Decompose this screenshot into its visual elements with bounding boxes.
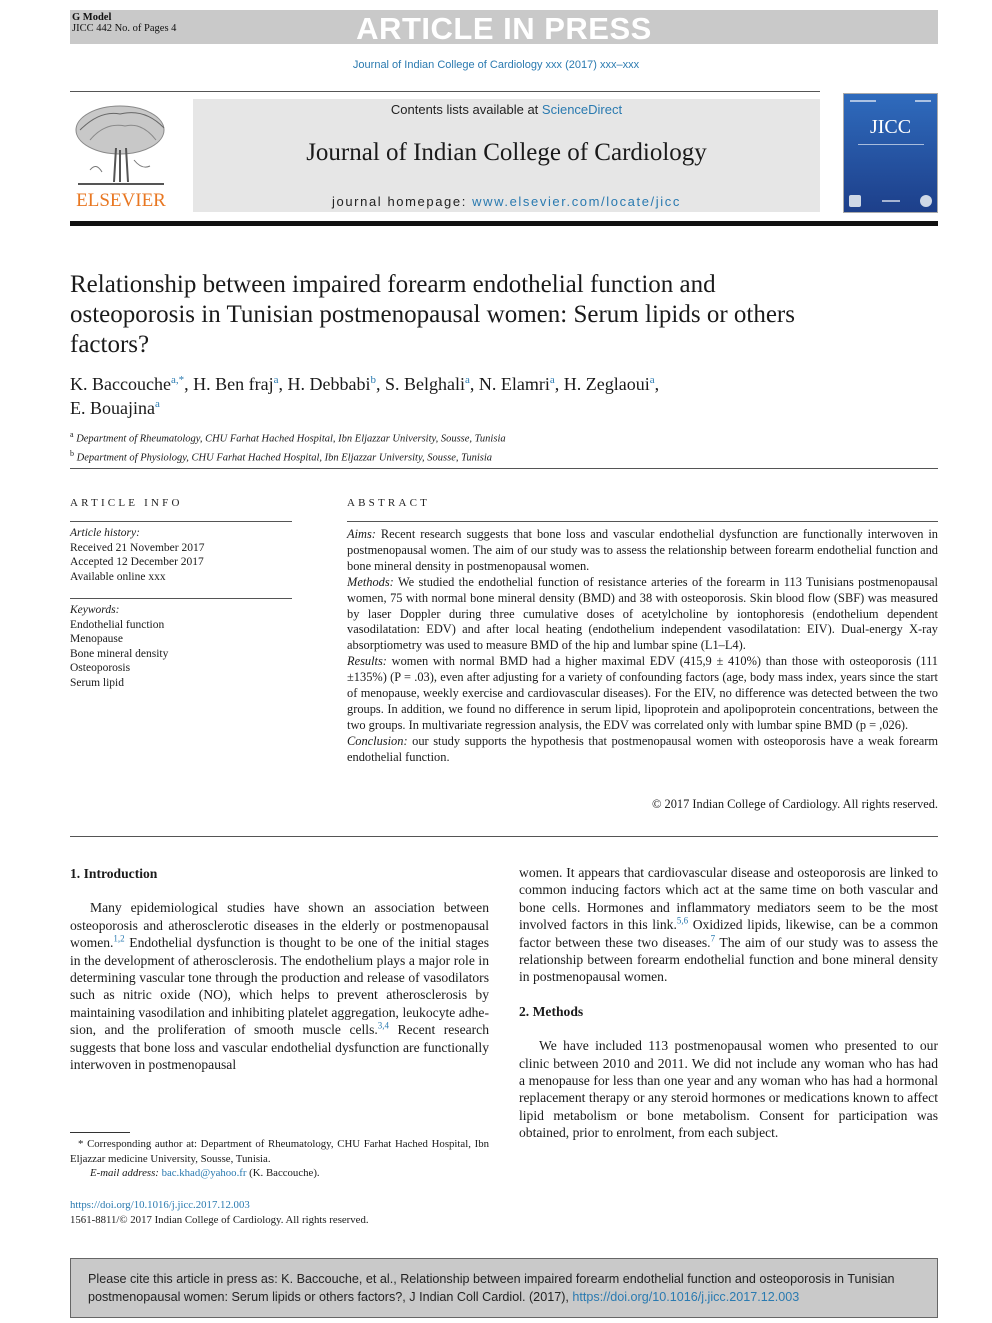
contents-prefix: Contents lists available at (390, 102, 542, 117)
citation-doi-link[interactable]: https://doi.org/10.1016/j.jicc.2017.12.0… (572, 1290, 799, 1304)
abstract-conclusion: Conclusion: our study supports the hypot… (347, 733, 938, 764)
article-title: Relationship between impaired forearm en… (70, 271, 795, 358)
email-label: E-mail address: (90, 1167, 159, 1179)
author[interactable]: H. Debbabib (287, 374, 375, 394)
author-list: K. Baccouchea,*, H. Ben fraja, H. Debbab… (70, 374, 660, 418)
history-accepted: Accepted 12 December 2017 (70, 556, 204, 568)
corresponding-author-text: * Corresponding author at: Department of… (70, 1138, 489, 1165)
section-heading-introduction: 1. Introduction (70, 866, 158, 881)
author[interactable]: K. Baccouchea,* (70, 374, 184, 394)
citation-link[interactable]: 1,2 (113, 934, 124, 944)
sciencedirect-link[interactable]: ScienceDirect (542, 102, 622, 117)
article-info-divider (70, 521, 292, 522)
doi-link[interactable]: https://doi.org/10.1016/j.jicc.2017.12.0… (70, 1198, 369, 1213)
elsevier-seal-icon (849, 195, 861, 207)
footnote-divider (70, 1132, 130, 1133)
abstract-divider (347, 521, 938, 522)
cover-header-text (915, 100, 931, 102)
cover-header-text (850, 100, 876, 102)
methods-paragraph: We have included 113 postmenopausal wome… (519, 1038, 938, 1141)
introduction-paragraph-continued: women. It appears that cardiovascular di… (519, 865, 938, 985)
journal-cover[interactable]: JICC (843, 93, 938, 213)
journal-homepage: journal homepage: www.elsevier.com/locat… (193, 194, 820, 209)
abstract-methods: Methods: We studied the endothelial func… (347, 574, 938, 653)
keywords-label: Keywords: (70, 604, 120, 616)
keyword: Serum lipid (70, 676, 124, 689)
citation-link[interactable]: 3,4 (378, 1021, 389, 1031)
history-received: Received 21 November 2017 (70, 541, 205, 554)
keywords-divider (70, 598, 292, 599)
history-label: Article history: (70, 527, 140, 539)
doi-block: https://doi.org/10.1016/j.jicc.2017.12.0… (70, 1198, 369, 1227)
society-seal-icon (920, 195, 932, 207)
article-status: ARTICLE IN PRESS (356, 11, 652, 46)
email-link[interactable]: bac.khad@yahoo.fr (162, 1167, 247, 1179)
abstract-bottom-divider (70, 836, 938, 837)
homepage-prefix: journal homepage: (332, 194, 473, 209)
citation-link[interactable]: 5,6 (677, 916, 688, 926)
author[interactable]: H. Zeglaouia (564, 374, 655, 394)
title-divider (70, 468, 938, 469)
issn-copyright: 1561-8811/© 2017 Indian College of Cardi… (70, 1213, 369, 1226)
article-history: Article history: Received 21 November 20… (70, 526, 300, 584)
article-in-press-banner: G Model JICC 442 No. of Pages 4 ARTICLE … (70, 10, 938, 46)
contents-line: Contents lists available at ScienceDirec… (193, 102, 820, 117)
email-owner: (K. Baccouche). (246, 1167, 320, 1179)
introduction-paragraph: Many epidemiological studies have shown … (70, 900, 489, 1073)
abstract-aims: Aims: Recent research suggests that bone… (347, 527, 938, 573)
keyword: Endothelial function (70, 618, 165, 631)
author[interactable]: E. Bouajinaa (70, 398, 160, 418)
cover-subtitle (858, 144, 924, 145)
history-online: Available online xxx (70, 570, 166, 583)
abstract-results: Results: women with normal BMD had a hig… (347, 654, 938, 732)
masthead-bottom-rule (70, 221, 938, 226)
body-column-left: 1. Introduction Many epidemiological stu… (70, 865, 489, 1073)
body-column-right: women. It appears that cardiovascular di… (519, 864, 938, 1142)
journal-name: Journal of Indian College of Cardiology (306, 139, 707, 166)
affiliations: a Department of Rheumatology, CHU Farhat… (70, 428, 770, 465)
citation-box: Please cite this article in press as: K.… (70, 1258, 938, 1318)
corresponding-author-footnote: * Corresponding author at: Department of… (70, 1137, 489, 1181)
section-heading-methods: 2. Methods (519, 1003, 584, 1019)
publisher-logo[interactable]: ELSEVIER (70, 100, 172, 212)
abstract-copyright: © 2017 Indian College of Cardiology. All… (652, 797, 938, 811)
author[interactable]: S. Belghalia (385, 374, 470, 394)
keyword: Bone mineral density (70, 647, 169, 660)
elsevier-tree-icon (75, 105, 165, 185)
keyword: Menopause (70, 633, 124, 645)
cover-footer-text (882, 200, 900, 202)
publisher-name: ELSEVIER (76, 190, 166, 211)
masthead-center: Contents lists available at ScienceDirec… (193, 99, 820, 212)
author[interactable]: H. Ben fraja (193, 374, 278, 394)
author[interactable]: N. Elamria (479, 374, 555, 394)
homepage-link[interactable]: www.elsevier.com/locate/jicc (472, 194, 681, 209)
journal-reference-link[interactable]: Journal of Indian College of Cardiology … (0, 59, 992, 71)
keyword: Osteoporosis (70, 662, 131, 674)
abstract-heading: ABSTRACT (347, 497, 431, 509)
masthead-divider (70, 91, 820, 92)
keywords: Keywords: Endothelial function Menopause… (70, 603, 300, 690)
article-info-heading: ARTICLE INFO (70, 497, 183, 509)
affiliation: b Department of Physiology, CHU Farhat H… (70, 448, 493, 464)
affiliation: a Department of Rheumatology, CHU Farhat… (70, 430, 506, 445)
cover-title: JICC (869, 116, 912, 138)
abstract-body: Aims: Recent research suggests that bone… (347, 527, 938, 766)
